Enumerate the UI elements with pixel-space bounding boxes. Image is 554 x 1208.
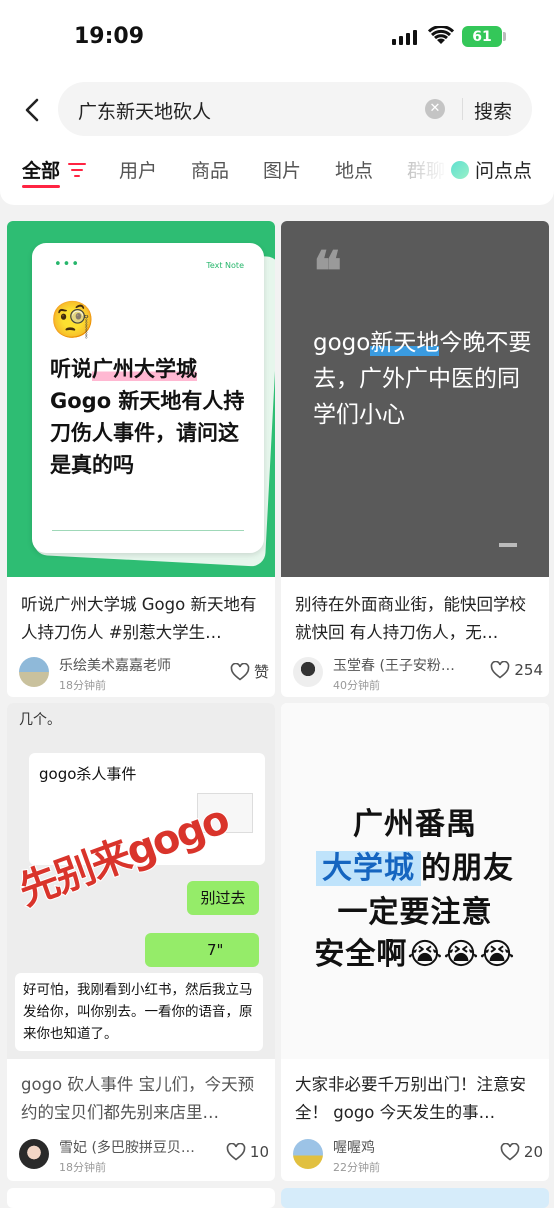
tab-places[interactable]: 地点 — [335, 156, 373, 183]
chat-top-text: 几个。 — [19, 712, 61, 728]
post-card[interactable] — [281, 1188, 549, 1208]
poster-highlight: 大学城 — [316, 851, 421, 886]
ask-button[interactable]: 问点点 — [451, 156, 532, 183]
note-text-before: 听说 — [50, 357, 92, 381]
poster-line-2-rest: 的朋友 — [421, 851, 514, 886]
tab-images[interactable]: 图片 — [263, 156, 301, 183]
post-cover-image: ••• Text Note 🧐 听说广州大学城 Gogo 新天地有人持刀伤人事件，… — [7, 221, 275, 577]
post-cover-image: 几个。 gogo杀人事件 别过去 7" 好可怕，我刚看到小红书，然后我立马发给你… — [7, 703, 275, 1059]
filter-tabs: 全部 用户 商品 图片 地点 群聊 问点点 — [0, 156, 554, 192]
active-tab-indicator — [22, 185, 60, 188]
poster-line-1: 广州番禺 — [353, 807, 477, 842]
filter-icon[interactable] — [68, 162, 86, 178]
monocle-emoji: 🧐 — [50, 300, 95, 341]
clear-icon[interactable]: ✕ — [425, 99, 445, 119]
ask-label: 问点点 — [475, 160, 533, 182]
post-card[interactable]: ••• Text Note 🧐 听说广州大学城 Gogo 新天地有人持刀伤人事件，… — [7, 221, 275, 697]
post-title[interactable]: 别待在外面商业街，能快回学校就快回 有人持刀伤人，无… — [295, 591, 535, 647]
like-button[interactable]: 赞 — [230, 661, 269, 682]
like-count: 20 — [523, 1143, 543, 1161]
post-cover-image: 广州番禺 大学城 的朋友 一定要注意 安全啊😭😭😭 — [281, 703, 549, 1059]
note-divider — [52, 530, 244, 531]
post-card[interactable]: 广州番禺 大学城 的朋友 一定要注意 安全啊😭😭😭 大家非必要千万别出门！注意安全… — [281, 703, 549, 1181]
cover-text-highlight: 新天地 — [370, 330, 440, 356]
like-button[interactable]: 10 — [226, 1143, 269, 1161]
poster-line-2: 大学城 的朋友 — [281, 843, 549, 887]
author-name[interactable]: 玉堂春 (王子安粉… — [333, 655, 473, 675]
post-time: 22分钟前 — [333, 1161, 380, 1174]
like-count: 254 — [514, 661, 543, 679]
chat-card-title: gogo杀人事件 — [39, 765, 137, 783]
chat-bubble: 别过去 — [187, 881, 259, 915]
note-text: 听说广州大学城 Gogo 新天地有人持刀伤人事件，请问这是真的吗 — [50, 353, 250, 481]
battery-tip — [503, 32, 506, 41]
avatar[interactable] — [19, 657, 49, 687]
wifi-icon — [428, 26, 454, 44]
post-time: 40分钟前 — [333, 679, 380, 692]
voice-bubble: 7" — [145, 933, 259, 967]
author-name[interactable]: 乐绘美术嘉嘉老师 — [59, 655, 199, 675]
like-button[interactable]: 254 — [490, 661, 543, 679]
search-box[interactable]: 广东新天地砍人 ✕ 搜索 — [58, 82, 532, 136]
post-time: 18分钟前 — [59, 679, 106, 692]
tab-users[interactable]: 用户 — [119, 156, 157, 183]
search-header: 广东新天地砍人 ✕ 搜索 全部 用户 商品 图片 地点 群聊 问点点 — [0, 72, 554, 205]
post-card[interactable] — [7, 1188, 275, 1208]
note-text-highlight: 广州大学城 — [92, 357, 197, 381]
quote-icon: ❝ — [313, 239, 343, 303]
author-name[interactable]: 喔喔鸡 — [333, 1137, 473, 1157]
post-title[interactable]: 大家非必要千万别出门！注意安全！ gogo 今天发生的事… — [295, 1071, 535, 1127]
post-meta: 乐绘美术嘉嘉老师 18分钟前 赞 — [19, 657, 269, 695]
cover-text: gogo新天地今晚不要去，广外广中医的同学们小心 — [313, 325, 533, 433]
search-button[interactable]: 搜索 — [474, 97, 512, 124]
like-count: 赞 — [253, 663, 269, 681]
heart-icon — [491, 661, 510, 679]
search-divider — [462, 98, 463, 120]
avatar[interactable] — [293, 657, 323, 687]
cover-dash — [499, 543, 517, 547]
post-meta: 喔喔鸡 22分钟前 20 — [293, 1139, 543, 1177]
poster-line-3: 一定要注意 — [337, 895, 493, 930]
author-name[interactable]: 雪妃 (多巴胺拼豆贝… — [59, 1137, 199, 1157]
search-input[interactable]: 广东新天地砍人 — [78, 97, 211, 124]
note-text-after: Gogo 新天地有人持刀伤人事件，请问这是真的吗 — [50, 389, 245, 477]
tab-all[interactable]: 全部 — [22, 156, 60, 183]
post-card[interactable]: 几个。 gogo杀人事件 别过去 7" 好可怕，我刚看到小红书，然后我立马发给你… — [7, 703, 275, 1181]
avatar[interactable] — [19, 1139, 49, 1169]
poster-line-4: 安全啊😭😭😭 — [314, 937, 516, 972]
cover-text-before: gogo — [313, 330, 371, 356]
heart-icon — [500, 1143, 520, 1161]
signal-icon — [392, 30, 417, 45]
back-arrow-icon[interactable] — [20, 94, 44, 126]
post-meta: 玉堂春 (王子安粉… 40分钟前 254 — [293, 657, 543, 695]
chat-message: 好可怕，我刚看到小红书，然后我立马发给你，叫你别去。一看你的语音，原来你也知道了… — [15, 973, 263, 1051]
more-dots-icon: ••• — [54, 257, 81, 272]
status-bar: 19:09 61 — [0, 0, 554, 72]
post-title[interactable]: gogo 砍人事件 宝儿们，今天预约的宝贝们都先别来店里… — [21, 1071, 261, 1127]
tabs-fade — [400, 156, 450, 186]
post-meta: 雪妃 (多巴胺拼豆贝… 18分钟前 10 — [19, 1139, 269, 1177]
post-card[interactable]: ❝ gogo新天地今晚不要去，广外广中医的同学们小心 别待在外面商业街，能快回学… — [281, 221, 549, 697]
status-time: 19:09 — [74, 24, 145, 49]
text-note: ••• Text Note 🧐 听说广州大学城 Gogo 新天地有人持刀伤人事件，… — [32, 243, 264, 553]
post-cover-image: ❝ gogo新天地今晚不要去，广外广中医的同学们小心 — [281, 221, 549, 577]
heart-icon — [226, 1143, 246, 1161]
ask-icon — [451, 160, 469, 179]
like-button[interactable]: 20 — [500, 1143, 543, 1161]
tab-products[interactable]: 商品 — [191, 156, 229, 183]
battery-level: 61 — [472, 28, 492, 45]
heart-icon — [230, 662, 250, 681]
note-label: Text Note — [206, 261, 244, 270]
post-title[interactable]: 听说广州大学城 Gogo 新天地有人持刀伤人 #别惹大学生… — [21, 591, 261, 647]
like-count: 10 — [249, 1143, 269, 1161]
battery-icon: 61 — [462, 26, 502, 47]
avatar[interactable] — [293, 1139, 323, 1169]
post-time: 18分钟前 — [59, 1161, 106, 1174]
